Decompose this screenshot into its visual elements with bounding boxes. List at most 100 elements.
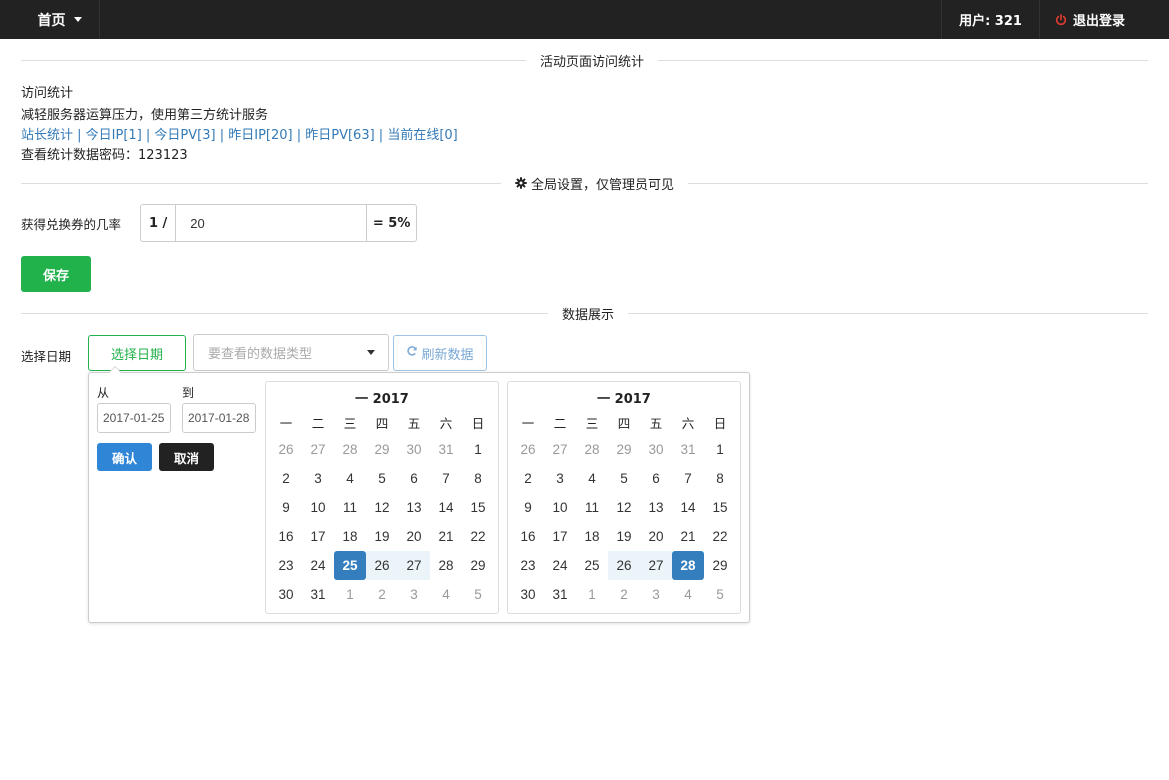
- calendar-day[interactable]: 31: [430, 435, 462, 464]
- calendar-day[interactable]: 6: [398, 464, 430, 493]
- calendar-day[interactable]: 17: [544, 522, 576, 551]
- end-date-input[interactable]: [182, 403, 256, 433]
- calendar-day[interactable]: 13: [398, 493, 430, 522]
- calendar-day[interactable]: 5: [366, 464, 398, 493]
- calendar-day[interactable]: 1: [704, 435, 736, 464]
- calendar-day[interactable]: 26: [366, 551, 398, 580]
- calendar-day[interactable]: 30: [398, 435, 430, 464]
- calendar-day[interactable]: 23: [270, 551, 302, 580]
- calendar-day[interactable]: 16: [270, 522, 302, 551]
- calendar-day[interactable]: 4: [430, 580, 462, 609]
- calendar-day[interactable]: 5: [608, 464, 640, 493]
- calendar-day[interactable]: 18: [334, 522, 366, 551]
- calendar-day[interactable]: 23: [512, 551, 544, 580]
- calendar-day[interactable]: 15: [462, 493, 494, 522]
- calendar-day[interactable]: 2: [512, 464, 544, 493]
- calendar-day[interactable]: 25: [334, 551, 366, 580]
- calendar-day[interactable]: 21: [672, 522, 704, 551]
- calendar-day[interactable]: 10: [302, 493, 334, 522]
- calendar-day[interactable]: 17: [302, 522, 334, 551]
- stats-link[interactable]: 昨日IP[20]: [228, 128, 292, 143]
- calendar-day[interactable]: 28: [430, 551, 462, 580]
- calendar-day[interactable]: 8: [704, 464, 736, 493]
- calendar-day[interactable]: 15: [704, 493, 736, 522]
- calendar-day[interactable]: 12: [366, 493, 398, 522]
- calendar-day[interactable]: 26: [270, 435, 302, 464]
- calendar-day[interactable]: 11: [576, 493, 608, 522]
- calendar-day[interactable]: 4: [334, 464, 366, 493]
- logout-button[interactable]: 退出登录: [1040, 0, 1140, 39]
- stats-link[interactable]: 今日PV[3]: [154, 128, 215, 143]
- calendar-day[interactable]: 9: [270, 493, 302, 522]
- calendar-day[interactable]: 9: [512, 493, 544, 522]
- calendar-day[interactable]: 27: [544, 435, 576, 464]
- calendar-day[interactable]: 1: [576, 580, 608, 609]
- calendar-day[interactable]: 11: [334, 493, 366, 522]
- calendar-day[interactable]: 26: [608, 551, 640, 580]
- calendar-day[interactable]: 28: [334, 435, 366, 464]
- calendar-day[interactable]: 3: [398, 580, 430, 609]
- calendar-day[interactable]: 1: [462, 435, 494, 464]
- calendar-day[interactable]: 2: [608, 580, 640, 609]
- calendar-day[interactable]: 31: [302, 580, 334, 609]
- calendar-day[interactable]: 30: [512, 580, 544, 609]
- home-menu[interactable]: 首页: [20, 0, 100, 39]
- calendar-day[interactable]: 27: [398, 551, 430, 580]
- calendar-day[interactable]: 29: [704, 551, 736, 580]
- stats-link[interactable]: 当前在线[0]: [387, 128, 457, 143]
- calendar-day[interactable]: 31: [672, 435, 704, 464]
- stats-link[interactable]: 今日IP[1]: [86, 128, 142, 143]
- calendar-day[interactable]: 19: [366, 522, 398, 551]
- calendar-day[interactable]: 3: [302, 464, 334, 493]
- calendar-day[interactable]: 31: [544, 580, 576, 609]
- calendar-day[interactable]: 24: [302, 551, 334, 580]
- start-date-input[interactable]: [97, 403, 171, 433]
- cancel-button[interactable]: 取消: [159, 443, 214, 471]
- calendar-day[interactable]: 2: [270, 464, 302, 493]
- calendar-day[interactable]: 29: [608, 435, 640, 464]
- calendar-day[interactable]: 7: [672, 464, 704, 493]
- save-button[interactable]: 保存: [21, 256, 91, 292]
- calendar-day[interactable]: 30: [270, 580, 302, 609]
- calendar-day[interactable]: 19: [608, 522, 640, 551]
- calendar-day[interactable]: 27: [640, 551, 672, 580]
- calendar-day[interactable]: 30: [640, 435, 672, 464]
- stats-link[interactable]: 站长统计: [21, 128, 73, 143]
- calendar-day[interactable]: 26: [512, 435, 544, 464]
- calendar-day[interactable]: 14: [672, 493, 704, 522]
- calendar-day[interactable]: 27: [302, 435, 334, 464]
- calendar-day[interactable]: 12: [608, 493, 640, 522]
- calendar-day[interactable]: 29: [366, 435, 398, 464]
- refresh-data-button[interactable]: 刷新数据: [393, 335, 487, 371]
- calendar-day[interactable]: 2: [366, 580, 398, 609]
- calendar-day[interactable]: 6: [640, 464, 672, 493]
- calendar-day[interactable]: 22: [462, 522, 494, 551]
- calendar-day[interactable]: 22: [704, 522, 736, 551]
- calendar-day[interactable]: 4: [672, 580, 704, 609]
- calendar-day[interactable]: 10: [544, 493, 576, 522]
- calendar-day[interactable]: 5: [704, 580, 736, 609]
- calendar-day[interactable]: 18: [576, 522, 608, 551]
- confirm-button[interactable]: 确认: [97, 443, 152, 471]
- calendar-day[interactable]: 14: [430, 493, 462, 522]
- calendar-day[interactable]: 28: [576, 435, 608, 464]
- select-date-button[interactable]: 选择日期: [88, 335, 186, 371]
- probability-input[interactable]: [176, 205, 367, 241]
- calendar-day[interactable]: 3: [640, 580, 672, 609]
- data-type-select[interactable]: 要查看的数据类型: [193, 334, 389, 371]
- calendar-day[interactable]: 3: [544, 464, 576, 493]
- calendar-day[interactable]: 20: [640, 522, 672, 551]
- calendar-day[interactable]: 29: [462, 551, 494, 580]
- calendar-day[interactable]: 28: [672, 551, 704, 580]
- calendar-day[interactable]: 24: [544, 551, 576, 580]
- stats-link[interactable]: 昨日PV[63]: [305, 128, 374, 143]
- calendar-day[interactable]: 4: [576, 464, 608, 493]
- calendar-day[interactable]: 20: [398, 522, 430, 551]
- calendar-day[interactable]: 13: [640, 493, 672, 522]
- calendar-day[interactable]: 5: [462, 580, 494, 609]
- calendar-day[interactable]: 1: [334, 580, 366, 609]
- calendar-day[interactable]: 16: [512, 522, 544, 551]
- calendar-day[interactable]: 25: [576, 551, 608, 580]
- calendar-day[interactable]: 8: [462, 464, 494, 493]
- calendar-day[interactable]: 7: [430, 464, 462, 493]
